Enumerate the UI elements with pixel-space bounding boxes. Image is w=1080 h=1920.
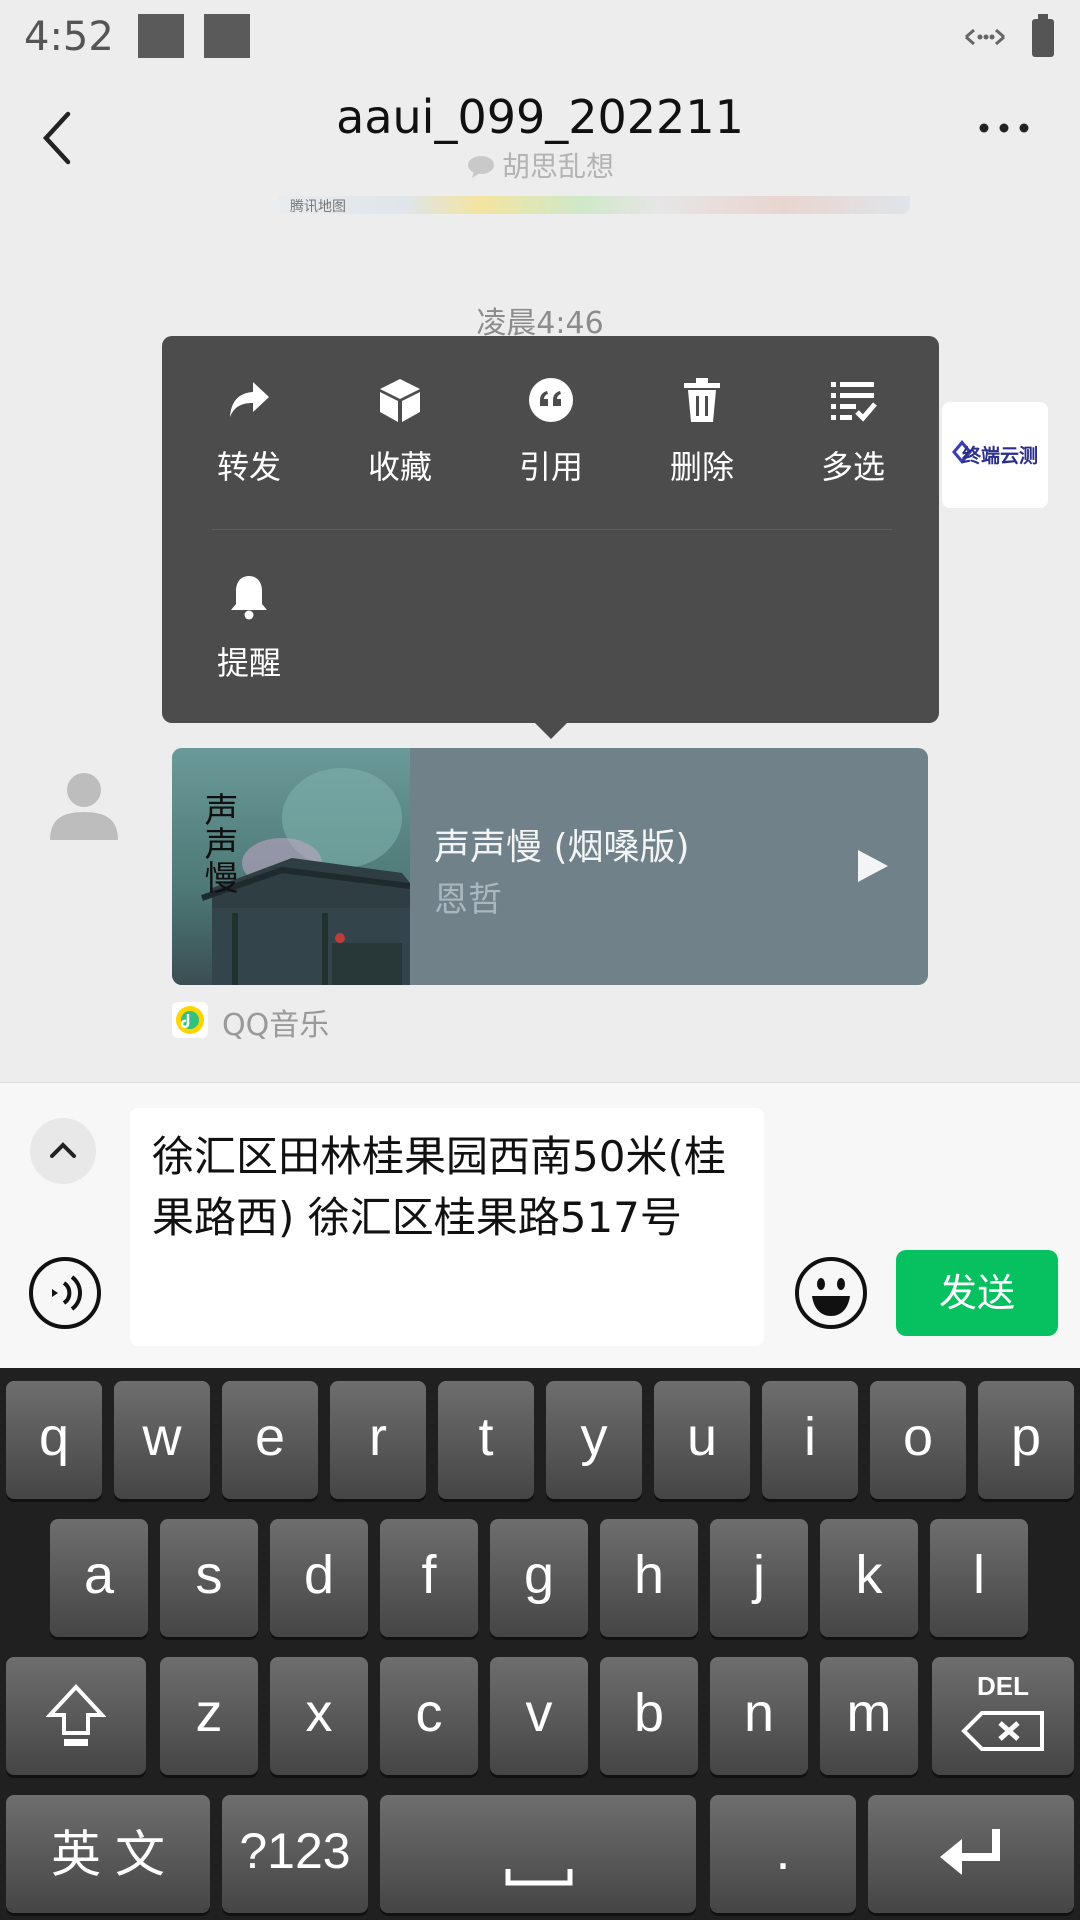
menu-item-label: 提醒	[216, 644, 281, 682]
key-s[interactable]: s	[160, 1519, 258, 1637]
key-o[interactable]: o	[870, 1381, 966, 1499]
logo-text: 终端云测	[962, 444, 1038, 467]
key-delete[interactable]: DEL	[932, 1657, 1074, 1775]
menu-item-label: 多选	[820, 448, 885, 486]
chat-subtitle: 胡思乱想	[0, 145, 1080, 185]
status-bar: 4:52	[0, 0, 1080, 74]
key-b[interactable]: b	[600, 1657, 698, 1775]
menu-item-remind[interactable]: 提醒	[174, 572, 324, 732]
key-a[interactable]: a	[50, 1519, 148, 1637]
quote-icon	[529, 378, 573, 422]
key-n[interactable]: n	[710, 1657, 808, 1775]
key-m[interactable]: m	[820, 1657, 918, 1775]
chat-bubble-icon	[467, 156, 494, 178]
menu-divider	[212, 529, 892, 530]
notification-icon	[138, 14, 184, 58]
map-thumbnail[interactable]	[278, 196, 910, 214]
chevron-up-icon	[50, 1142, 76, 1158]
multi-select-icon	[831, 382, 877, 422]
subtitle-text: 胡思乱想	[501, 150, 614, 183]
key-x[interactable]: x	[270, 1657, 368, 1775]
menu-item-quote[interactable]: 引用	[476, 376, 626, 536]
chat-title: aaui_099_202211	[336, 90, 744, 144]
key-h[interactable]: h	[600, 1519, 698, 1637]
key-language[interactable]: 英 文	[6, 1795, 210, 1913]
expand-button[interactable]	[30, 1118, 96, 1184]
key-d[interactable]: d	[270, 1519, 368, 1637]
key-v[interactable]: v	[490, 1657, 588, 1775]
key-l[interactable]: l	[930, 1519, 1028, 1637]
trash-icon	[684, 378, 720, 422]
bell-icon	[231, 576, 267, 620]
emoji-icon[interactable]	[794, 1256, 868, 1330]
shift-icon	[46, 1684, 106, 1746]
song-title: 声声慢 (烟嗓版)	[434, 827, 690, 868]
menu-item-label: 引用	[518, 448, 583, 486]
key-symbols[interactable]: ?123	[222, 1795, 368, 1913]
key-e[interactable]: e	[222, 1381, 318, 1499]
key-j[interactable]: j	[710, 1519, 808, 1637]
key-space[interactable]	[380, 1795, 696, 1913]
menu-item-label: 转发	[216, 448, 281, 486]
delete-key-label: DEL	[977, 1671, 1029, 1701]
data-transfer-icon	[965, 28, 1005, 46]
key-t[interactable]: t	[438, 1381, 534, 1499]
key-shift[interactable]	[6, 1657, 146, 1775]
message-input-text: 徐汇区田林桂果园西南50米(桂果路西) 徐汇区桂果路517号	[152, 1132, 726, 1242]
map-provider-label: 腾讯地图	[290, 199, 346, 215]
menu-item-forward[interactable]: 转发	[174, 376, 324, 536]
key-i[interactable]: i	[762, 1381, 858, 1499]
menu-item-label: 删除	[669, 448, 734, 486]
enter-icon	[940, 1829, 1000, 1875]
message-input[interactable]: 徐汇区田林桂果园西南50米(桂果路西) 徐汇区桂果路517号	[130, 1108, 764, 1346]
key-p[interactable]: p	[978, 1381, 1074, 1499]
soft-keyboard: q w e r t y u i o p a s d f g h j k l z …	[0, 1368, 1080, 1920]
key-c[interactable]: c	[380, 1657, 478, 1775]
key-f[interactable]: f	[380, 1519, 478, 1637]
music-share-card[interactable]: 声声慢 声声慢 (烟嗓版) 恩哲	[172, 748, 928, 985]
music-source: QQ音乐	[222, 1008, 330, 1043]
avatar[interactable]	[46, 768, 122, 844]
key-r[interactable]: r	[330, 1381, 426, 1499]
key-period[interactable]: .	[710, 1795, 856, 1913]
more-options-icon[interactable]	[976, 118, 1032, 138]
album-cover: 声声慢	[172, 748, 410, 985]
key-g[interactable]: g	[490, 1519, 588, 1637]
key-q[interactable]: q	[6, 1381, 102, 1499]
key-u[interactable]: u	[654, 1381, 750, 1499]
terminal-cloud-test-logo: 终端云测	[942, 402, 1048, 508]
status-time: 4:52	[24, 14, 114, 60]
logo-mark: 终端云测	[952, 440, 1038, 467]
cover-title: 声声慢	[198, 792, 238, 894]
key-z[interactable]: z	[160, 1657, 258, 1775]
voice-input-icon[interactable]	[28, 1256, 102, 1330]
message-context-menu: 转发 收藏 引用 删除 多选 提醒	[162, 336, 939, 739]
menu-item-delete[interactable]: 删除	[627, 376, 777, 536]
menu-pointer	[535, 723, 567, 739]
key-w[interactable]: w	[114, 1381, 210, 1499]
key-k[interactable]: k	[820, 1519, 918, 1637]
forward-icon	[230, 382, 269, 417]
menu-item-multiselect[interactable]: 多选	[778, 376, 928, 536]
key-y[interactable]: y	[546, 1381, 642, 1499]
favorite-box-icon	[380, 379, 420, 422]
qq-music-icon	[172, 1002, 208, 1038]
space-icon	[505, 1869, 573, 1886]
notification-icon	[204, 14, 250, 58]
battery-icon	[1032, 14, 1054, 57]
menu-item-favorite[interactable]: 收藏	[325, 376, 475, 536]
play-icon[interactable]	[856, 848, 890, 884]
song-artist: 恩哲	[434, 880, 502, 920]
key-enter[interactable]	[868, 1795, 1074, 1913]
backspace-icon	[961, 1711, 1044, 1751]
send-button[interactable]: 发送	[896, 1250, 1058, 1336]
menu-item-label: 收藏	[367, 448, 432, 486]
